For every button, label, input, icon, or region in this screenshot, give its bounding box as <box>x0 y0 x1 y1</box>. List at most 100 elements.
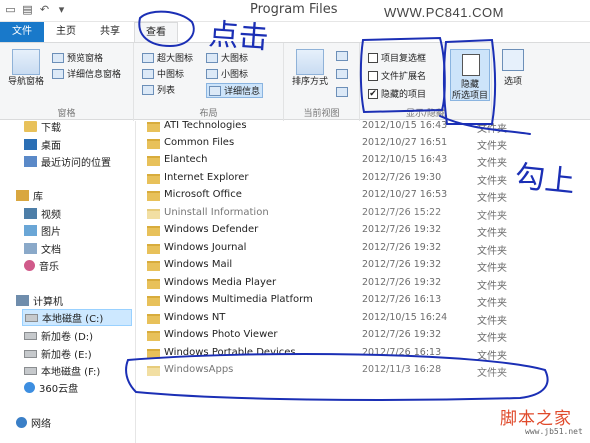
nav-item-360-cloud[interactable]: 360云盘 <box>24 380 78 395</box>
tab-home[interactable]: 主页 <box>46 22 86 42</box>
tab-view[interactable]: 查看 <box>134 22 178 42</box>
table-row[interactable]: Uninstall Information 2012/7/26 15:22 文件… <box>137 205 590 222</box>
nav-item-label: 音乐 <box>39 262 59 273</box>
list-view-icon <box>142 84 154 95</box>
dropdown-icon[interactable]: ▾ <box>55 3 68 16</box>
table-row[interactable]: Internet Explorer 2012/7/26 19:30 文件夹 <box>137 170 590 187</box>
item-checkbox-box[interactable] <box>368 52 378 63</box>
tab-share[interactable]: 共享 <box>88 22 132 42</box>
file-date: 2012/10/15 16:43 <box>362 120 448 131</box>
hidden-items-toggle[interactable]: ✔ 隐藏的项目 <box>368 87 426 100</box>
layout-list[interactable]: 列表 <box>142 83 175 96</box>
table-row[interactable]: Windows Portable Devices 2012/7/26 16:13… <box>137 345 590 362</box>
table-row[interactable]: Windows NT 2012/10/15 16:24 文件夹 <box>137 310 590 327</box>
video-icon <box>24 208 37 219</box>
ribbon: 导航窗格 预览窗格 详细信息窗格 窗格 超大图标 大图标 中图标 小图标 列表 … <box>0 42 590 121</box>
hide-selected-button[interactable]: 隐藏 所选项目 <box>450 49 490 101</box>
nav-item-recent[interactable]: 最近访问的位置 <box>24 154 111 169</box>
details-pane-button[interactable]: 详细信息窗格 <box>52 67 121 80</box>
pictures-icon <box>24 225 37 236</box>
layout-details[interactable]: 详细信息 <box>206 83 264 98</box>
tab-file[interactable]: 文件 <box>0 22 44 42</box>
file-name: Windows Defender <box>164 224 259 235</box>
table-row[interactable]: Windows Journal 2012/7/26 19:32 文件夹 <box>137 240 590 257</box>
table-row[interactable]: Windows Mail 2012/7/26 19:32 文件夹 <box>137 257 590 274</box>
nav-item-library[interactable]: 库 <box>16 188 43 203</box>
file-date: 2012/10/27 16:51 <box>362 137 448 148</box>
file-name: Internet Explorer <box>164 172 249 183</box>
file-type: 文件夹 <box>477 228 507 239</box>
layout-extra-large[interactable]: 超大图标 <box>142 51 193 64</box>
group-by-button[interactable] <box>336 51 348 61</box>
add-columns-icon <box>336 69 348 79</box>
undo-icon[interactable]: ↶ <box>38 3 51 16</box>
nav-item-music[interactable]: 音乐 <box>24 258 59 273</box>
layout-small[interactable]: 小图标 <box>206 67 248 80</box>
group-label-pane: 窗格 <box>57 109 76 119</box>
size-columns-button[interactable] <box>336 87 348 97</box>
preview-pane-button[interactable]: 预览窗格 <box>52 51 103 64</box>
table-row[interactable]: Common Files 2012/10/27 16:51 文件夹 <box>137 135 590 152</box>
nav-item-drive-c[interactable]: 本地磁盘 (C:) <box>22 309 132 326</box>
folder-icon <box>147 296 160 306</box>
hidden-items-checkbox[interactable]: ✔ <box>368 88 378 99</box>
file-type: 文件夹 <box>477 298 507 309</box>
table-row[interactable]: Windows Defender 2012/7/26 19:32 文件夹 <box>137 222 590 239</box>
item-checkbox-toggle[interactable]: 项目复选框 <box>368 51 426 64</box>
table-row[interactable]: Windows Multimedia Platform 2012/7/26 16… <box>137 292 590 309</box>
drive-icon <box>24 331 37 340</box>
table-row[interactable]: ATI Technologies 2012/10/15 16:43 文件夹 <box>137 118 590 135</box>
quick-access-toolbar: ▭ ▤ ↶ ▾ <box>4 3 68 16</box>
sort-by-button[interactable]: 排序方式 <box>288 49 332 88</box>
nav-item-documents[interactable]: 文档 <box>24 241 61 256</box>
nav-pane-button[interactable]: 导航窗格 <box>4 49 48 88</box>
group-pane: 导航窗格 预览窗格 详细信息窗格 窗格 <box>0 43 134 121</box>
nav-item-drive-f[interactable]: 本地磁盘 (F:) <box>24 363 100 378</box>
file-type: 文件夹 <box>477 176 507 187</box>
file-date: 2012/7/26 15:22 <box>362 207 442 218</box>
folder-icon[interactable]: ▤ <box>21 3 34 16</box>
nav-item-desktop[interactable]: 桌面 <box>24 137 61 152</box>
sort-by-label: 排序方式 <box>291 77 328 87</box>
options-button[interactable]: 选项 <box>496 49 530 87</box>
file-icon[interactable]: ▭ <box>4 3 17 16</box>
nav-item-downloads[interactable]: 下载 <box>24 119 61 134</box>
layout-large[interactable]: 大图标 <box>206 51 248 64</box>
file-date: 2012/7/26 19:32 <box>362 242 442 253</box>
file-name: Windows NT <box>164 312 226 323</box>
table-row[interactable]: Windows Media Player 2012/7/26 19:32 文件夹 <box>137 275 590 292</box>
table-row[interactable]: Microsoft Office 2012/10/27 16:53 文件夹 <box>137 187 590 204</box>
layout-medium[interactable]: 中图标 <box>142 67 184 80</box>
desktop-icon <box>24 139 37 150</box>
table-row[interactable]: Elantech 2012/10/15 16:43 文件夹 <box>137 152 590 169</box>
folder-icon <box>147 174 160 184</box>
size-columns-icon <box>336 87 348 97</box>
folder-icon <box>147 122 160 132</box>
file-name: Common Files <box>164 137 235 148</box>
file-ext-checkbox[interactable] <box>368 70 378 81</box>
file-type: 文件夹 <box>477 368 507 379</box>
nav-item-drive-e[interactable]: 新加卷 (E:) <box>24 346 92 361</box>
file-type: 文件夹 <box>477 263 507 274</box>
watermark-jb51-url: www.jb51.net <box>525 427 583 436</box>
nav-item-computer[interactable]: 计算机 <box>16 293 63 308</box>
file-name: Uninstall Information <box>164 207 269 218</box>
nav-item-pictures[interactable]: 图片 <box>24 223 61 238</box>
library-icon <box>16 190 29 201</box>
table-row[interactable]: Windows Photo Viewer 2012/7/26 19:32 文件夹 <box>137 327 590 344</box>
folder-icon <box>147 349 160 359</box>
nav-item-videos[interactable]: 视频 <box>24 206 61 221</box>
file-type: 文件夹 <box>477 193 507 204</box>
file-date: 2012/10/15 16:43 <box>362 154 448 165</box>
table-row[interactable]: WindowsApps 2012/11/3 16:28 文件夹 <box>137 362 590 379</box>
extra-large-icons-icon <box>142 52 154 63</box>
hide-selected-label: 隐藏 <box>460 80 479 90</box>
add-columns-button[interactable] <box>336 69 348 79</box>
nav-item-drive-d[interactable]: 新加卷 (D:) <box>24 328 93 343</box>
navigation-pane: 下载 桌面 最近访问的位置 库 视频 图片 文档 音乐 计算机 本地磁盘 (C:… <box>0 121 136 443</box>
file-date: 2012/7/26 19:32 <box>362 329 442 340</box>
file-date: 2012/10/27 16:53 <box>362 189 448 200</box>
file-ext-toggle[interactable]: 文件扩展名 <box>368 69 426 82</box>
nav-item-network[interactable]: 网络 <box>16 415 51 430</box>
options-label: 选项 <box>503 77 522 87</box>
